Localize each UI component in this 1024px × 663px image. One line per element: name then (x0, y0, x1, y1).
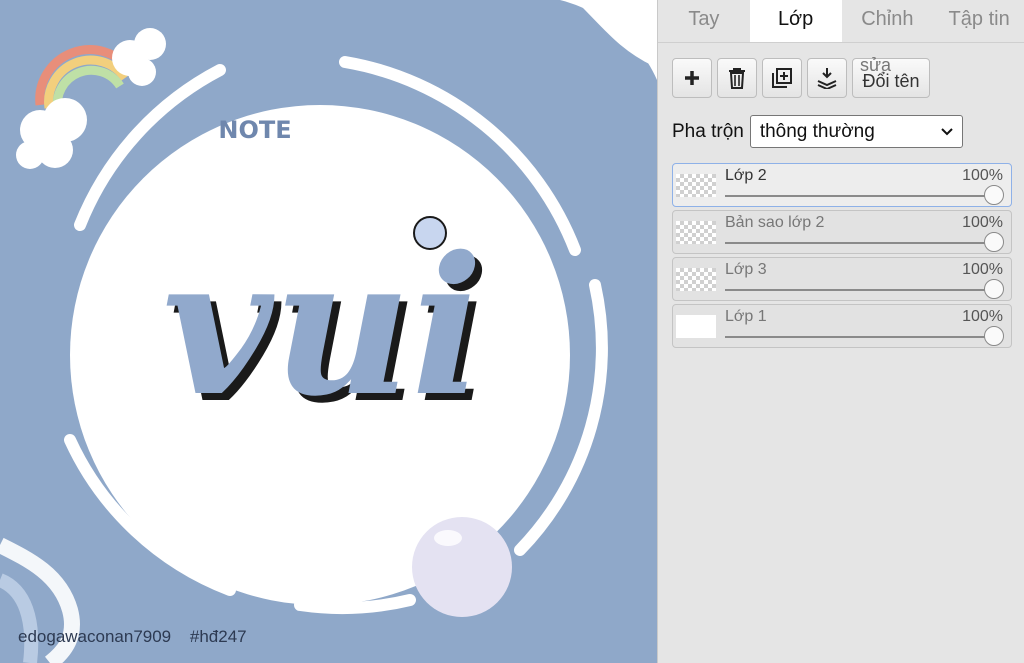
blend-mode-value: thông thường (759, 120, 875, 142)
opacity-slider-handle[interactable] (984, 279, 1004, 299)
layer-opacity: 100% (962, 261, 1003, 278)
layer-item-lop-2[interactable]: Lớp 2 100% (672, 163, 1012, 207)
tab-layers[interactable]: Lớp (749, 0, 842, 42)
layer-thumbnail (676, 174, 716, 197)
opacity-slider-track[interactable] (725, 289, 993, 291)
layer-toolbar: sửa Đổi tên (672, 55, 930, 98)
add-layer-button[interactable] (672, 58, 712, 98)
layer-name: Bản sao lớp 2 (725, 214, 825, 231)
merge-down-button[interactable] (807, 58, 847, 98)
opacity-slider-track[interactable] (725, 242, 993, 244)
rename-layer-button[interactable]: sửa Đổi tên (852, 55, 930, 98)
layer-name: Lớp 2 (725, 167, 767, 184)
svg-text:vui: vui (163, 215, 484, 438)
trash-icon (729, 68, 745, 89)
caption-hashtag: #hđ247 (189, 627, 247, 646)
opacity-slider-handle[interactable] (984, 185, 1004, 205)
side-panel: Tay Lớp Chỉnh Tập tin sửa Đổi tên Pha tr… (657, 0, 1024, 663)
layer-item-lop-3[interactable]: Lớp 3 100% (672, 257, 1012, 301)
plus-icon (685, 71, 699, 85)
canvas-caption: edogawaconan7909 #hđ247 (18, 627, 261, 647)
bubble (412, 517, 512, 617)
chevron-down-icon (941, 127, 953, 135)
duplicate-layer-icon (772, 68, 792, 88)
layer-opacity: 100% (962, 167, 1003, 184)
opacity-slider-handle[interactable] (984, 326, 1004, 346)
layer-item-ban-sao-lop-2[interactable]: Bản sao lớp 2 100% (672, 210, 1012, 254)
layer-thumbnail (676, 315, 716, 338)
blend-mode-row: Pha trộn thông thường (672, 115, 963, 148)
svg-text:NOTE: NOTE (218, 116, 291, 144)
opacity-slider-track[interactable] (725, 336, 993, 338)
caption-username: edogawaconan7909 (18, 627, 172, 646)
layer-thumbnail (676, 221, 716, 244)
tab-adjust[interactable]: Chỉnh (842, 0, 934, 42)
layer-thumbnail (676, 268, 716, 291)
layer-name: Lớp 3 (725, 261, 767, 278)
layer-item-lop-1[interactable]: Lớp 1 100% (672, 304, 1012, 348)
opacity-slider-track[interactable] (725, 195, 993, 197)
blend-mode-label: Pha trộn (672, 120, 744, 142)
merge-down-icon (817, 68, 837, 89)
rename-label: Đổi tên (862, 70, 920, 91)
canvas-artwork: NOTE vui vui (0, 0, 657, 663)
delete-layer-button[interactable] (717, 58, 757, 98)
tab-file[interactable]: Tập tin (933, 0, 1024, 42)
duplicate-layer-button[interactable] (762, 58, 802, 98)
layer-opacity: 100% (962, 214, 1003, 231)
panel-tabs: Tay Lớp Chỉnh Tập tin (658, 0, 1024, 43)
layer-name: Lớp 1 (725, 308, 767, 325)
drawing-canvas[interactable]: NOTE vui vui edogawaconan7909 #hđ247 (0, 0, 657, 663)
tab-hand[interactable]: Tay (658, 0, 750, 42)
blend-mode-select[interactable]: thông thường (749, 115, 963, 148)
layer-list: Lớp 2 100% Bản sao lớp 2 100% Lớp 3 100%… (672, 163, 1012, 351)
opacity-slider-handle[interactable] (984, 232, 1004, 252)
layer-opacity: 100% (962, 308, 1003, 325)
